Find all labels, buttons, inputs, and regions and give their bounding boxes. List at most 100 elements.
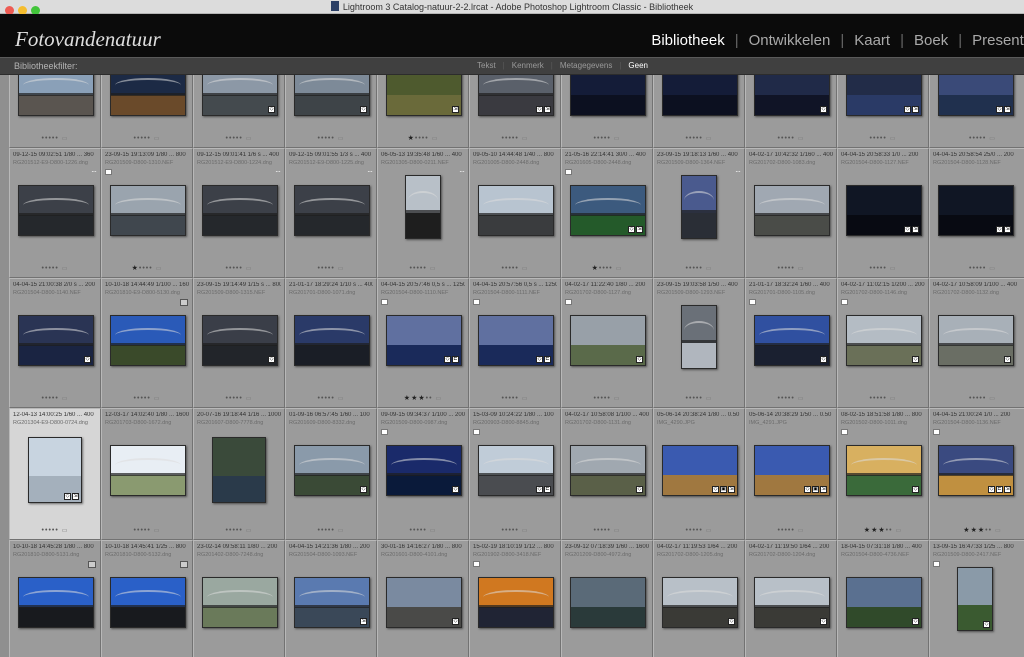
photo-thumbnail[interactable]: ◇ — [202, 75, 278, 116]
color-label-icon[interactable]: ▭ — [338, 136, 345, 142]
star-icon[interactable]: ★ — [408, 135, 415, 142]
color-label-icon[interactable]: ▭ — [62, 528, 69, 534]
thumbnail-cell[interactable]: 21-01-17 18:32:24 1/60 ... 400 RG201701-D… — [745, 278, 837, 408]
collection-icon[interactable]: ⊏ — [544, 486, 551, 493]
photo-thumbnail[interactable] — [110, 445, 186, 496]
rating-dot-icon[interactable]: • — [331, 527, 334, 534]
flag-icon[interactable] — [473, 561, 480, 567]
cropped-icon[interactable]: ⇲ — [912, 226, 919, 233]
develop-adjusted-icon[interactable]: ◇ — [904, 106, 911, 113]
star-rating[interactable]: ••••• ▭ — [838, 265, 928, 272]
develop-adjusted-icon[interactable]: ◇ — [728, 618, 735, 625]
rating-dot-icon[interactable]: • — [147, 135, 150, 142]
star-rating[interactable]: ••••• ▭ — [10, 135, 100, 142]
photo-thumbnail[interactable]: ◇ ⇲ — [846, 185, 922, 236]
develop-adjusted-icon[interactable]: ◇ — [536, 106, 543, 113]
thumbnail-cell[interactable]: ◇ ••••• ▭ — [193, 75, 285, 148]
rating-dot-icon[interactable]: • — [515, 135, 518, 142]
thumbnail-cell[interactable]: 05-06-14 20:38:24 1/80 ... 0.50 IMG_4290.… — [653, 408, 745, 540]
flag-icon[interactable] — [105, 169, 112, 175]
photo-thumbnail[interactable] — [110, 315, 186, 366]
more-options-icon[interactable]: ··· — [735, 167, 741, 176]
star-rating[interactable]: ••••• ▭ — [378, 527, 468, 534]
star-rating[interactable]: ••••• ▭ — [102, 395, 192, 402]
photo-thumbnail[interactable]: ◇ ⇲ — [846, 75, 922, 116]
rating-dot-icon[interactable]: • — [989, 527, 992, 534]
rating-dot-icon[interactable]: • — [147, 527, 150, 534]
flag-icon[interactable] — [841, 429, 848, 435]
star-rating[interactable]: ••••• ▭ — [654, 135, 744, 142]
rating-dot-icon[interactable]: • — [607, 395, 610, 402]
flag-icon[interactable] — [933, 561, 940, 567]
rating-dot-icon[interactable]: • — [425, 135, 428, 142]
star-rating[interactable]: ••••• ▭ — [654, 265, 744, 272]
develop-adjusted-icon[interactable]: ◇ — [820, 106, 827, 113]
star-rating[interactable]: ••••• ▭ — [930, 135, 1024, 142]
photo-thumbnail[interactable] — [294, 315, 370, 366]
thumbnail-cell[interactable]: 04-04-15 20:57:56 0,5 s ... 1250 RG201504… — [469, 278, 561, 408]
color-label-icon[interactable]: ▭ — [614, 396, 621, 402]
develop-adjusted-icon[interactable]: ◇ — [84, 356, 91, 363]
color-label-icon[interactable]: ▭ — [246, 136, 253, 142]
rating-dot-icon[interactable]: • — [699, 135, 702, 142]
cropped-icon[interactable]: ⇲ — [544, 106, 551, 113]
color-label-icon[interactable]: ▭ — [154, 136, 161, 142]
cropped-icon[interactable]: ⇲ — [1004, 106, 1011, 113]
star-icon[interactable]: ★ — [132, 265, 139, 272]
thumbnail-cell[interactable]: 09-12-15 09:02:51 1/80 ... 360 RG201512-E… — [9, 148, 101, 278]
flag-icon[interactable] — [841, 299, 848, 305]
thumbnail-cell[interactable]: 01-09-16 06:57:45 1/60 ... 100 RG201609-D… — [285, 408, 377, 540]
develop-adjusted-icon[interactable]: ◇ — [536, 486, 543, 493]
filter-tekst[interactable]: Tekst — [470, 61, 503, 70]
star-rating[interactable]: ••••• ▭ — [470, 395, 560, 402]
develop-adjusted-icon[interactable]: ◇ — [912, 356, 919, 363]
thumbnail-cell[interactable]: ◇ ⇲ ••••• ▭ — [469, 75, 561, 148]
star-rating[interactable]: ••••• ▭ — [746, 135, 836, 142]
color-label-icon[interactable]: ▭ — [156, 266, 163, 272]
cropped-icon[interactable]: ⇲ — [820, 486, 827, 493]
photo-thumbnail[interactable]: ◇ — [294, 445, 370, 496]
color-label-icon[interactable]: ▭ — [246, 528, 253, 534]
flag-icon[interactable] — [473, 429, 480, 435]
color-label-icon[interactable]: ▭ — [522, 136, 529, 142]
color-label-icon[interactable]: ▭ — [798, 136, 805, 142]
star-rating[interactable]: ••••• ▭ — [470, 135, 560, 142]
rating-dot-icon[interactable]: • — [331, 395, 334, 402]
star-icon[interactable]: ★ — [418, 395, 425, 402]
rating-dot-icon[interactable]: • — [791, 135, 794, 142]
color-label-icon[interactable]: ▭ — [989, 136, 996, 142]
flag-icon[interactable] — [565, 169, 572, 175]
photo-thumbnail[interactable] — [110, 185, 186, 236]
color-label-icon[interactable]: ▭ — [154, 396, 161, 402]
rating-dot-icon[interactable]: • — [331, 135, 334, 142]
develop-adjusted-icon[interactable]: ◇ — [904, 226, 911, 233]
thumbnail-cell[interactable]: 09-12-15 09:01:41 1/6 s ... 400 RG201512-… — [193, 148, 285, 278]
rating-dot-icon[interactable]: • — [515, 265, 518, 272]
thumbnail-cell[interactable]: 04-04-15 21:00:24 1/0 ... 200 RG201504-D8… — [929, 408, 1024, 540]
star-rating[interactable]: ••••• ▭ — [654, 395, 744, 402]
develop-adjusted-icon[interactable]: ◇ — [268, 106, 275, 113]
thumbnail-cell[interactable]: 05-06-14 20:38:29 1/50 ... 0.50 IMG_4291.… — [745, 408, 837, 540]
star-rating[interactable]: ••••• ▭ — [10, 395, 100, 402]
rating-dot-icon[interactable]: • — [423, 265, 426, 272]
rating-dot-icon[interactable]: • — [609, 265, 612, 272]
photo-thumbnail[interactable]: ◇ — [202, 315, 278, 366]
photo-thumbnail[interactable]: ◇ — [957, 567, 993, 631]
star-rating[interactable]: ••••• ▭ — [746, 395, 836, 402]
star-rating[interactable]: ★★★•• ▭ — [378, 394, 468, 402]
thumbnail-cell[interactable]: 09-09-15 09:34:37 1/100 ... 200 RG201509-… — [377, 408, 469, 540]
left-panel-collapsed[interactable] — [0, 75, 9, 657]
photo-thumbnail[interactable]: ◇ ▣ ⇲ — [754, 445, 830, 496]
star-icon[interactable]: ★ — [404, 395, 411, 402]
rating-dot-icon[interactable]: • — [883, 395, 886, 402]
color-label-icon[interactable]: ▭ — [522, 266, 529, 272]
star-rating[interactable]: ★★★•• ▭ — [930, 526, 1024, 534]
develop-adjusted-icon[interactable]: ◇ — [988, 486, 995, 493]
collection-icon[interactable]: ⊏ — [452, 356, 459, 363]
star-rating[interactable]: ••••• ▭ — [286, 395, 376, 402]
thumbnail-cell[interactable]: 04-04-15 21:00:38 2/0 s ... 200 RG201504-… — [9, 278, 101, 408]
thumbnail-cell[interactable]: 20-07-16 19:18:44 1/16 ... 1000 RG201607-… — [193, 408, 285, 540]
develop-adjusted-icon[interactable]: ◇ — [983, 621, 990, 628]
thumbnail-cell[interactable]: 23-09-15 19:14:49 1/15 s ... 800 RG201509… — [193, 278, 285, 408]
thumbnail-cell[interactable]: 30-01-16 14:16:27 1/80 ... 800 RG201601-D… — [377, 540, 469, 657]
